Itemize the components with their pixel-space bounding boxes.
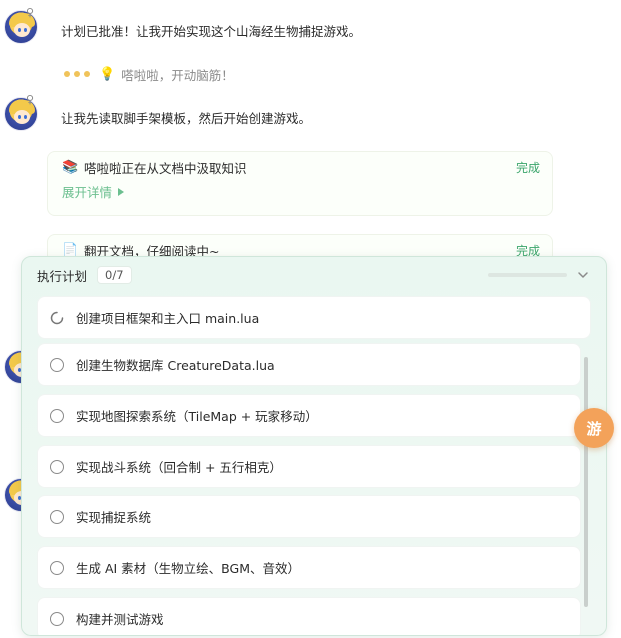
- task-label: 生成 AI 素材（生物立绘、BGM、音效）: [76, 561, 301, 576]
- task-label: 构建并测试游戏: [76, 612, 164, 627]
- books-icon: 📚: [62, 159, 79, 175]
- task-label: 实现捕捉系统: [76, 510, 152, 525]
- status-done: 完成: [515, 160, 540, 175]
- loading-spinner-icon: [50, 311, 64, 324]
- floating-game-button[interactable]: 游: [574, 408, 614, 448]
- task-item[interactable]: 创建生物数据库 CreatureData.lua: [38, 344, 580, 385]
- lightbulb-icon: ♀: [26, 93, 35, 106]
- empty-circle-icon: [50, 408, 64, 423]
- assistant-message: 计划已批准！让我开始实现这个山海经生物捕捉游戏。: [61, 24, 362, 39]
- scrollbar[interactable]: [584, 357, 588, 607]
- lightbulb-icon: ♀: [26, 6, 35, 19]
- task-label: 实现地图探索系统（TileMap + 玩家移动）: [76, 409, 318, 424]
- empty-circle-icon: [50, 509, 64, 524]
- task-label: 创建生物数据库 CreatureData.lua: [76, 358, 275, 373]
- thinking-indicator: 💡 嗒啦啦，开动脑筋！: [64, 66, 234, 83]
- task-label: 创建项目框架和主入口 main.lua: [76, 311, 260, 326]
- chevron-down-icon: [578, 272, 588, 278]
- collapse-panel-button[interactable]: [575, 267, 591, 283]
- empty-circle-icon: [50, 560, 64, 575]
- assistant-message: 让我先读取脚手架模板，然后开始创建游戏。: [61, 111, 312, 126]
- task-item[interactable]: 构建并测试游戏: [38, 598, 580, 635]
- task-item[interactable]: 实现地图探索系统（TileMap + 玩家移动）: [38, 395, 580, 436]
- empty-circle-icon: [50, 357, 64, 372]
- task-item[interactable]: 生成 AI 素材（生物立绘、BGM、音效）: [38, 547, 580, 588]
- task-label: 实现战斗系统（回合制 + 五行相克）: [76, 460, 282, 475]
- loading-dots-icon: [64, 71, 90, 77]
- plan-title: 执行计划: [37, 268, 88, 284]
- plan-progress-bar: [488, 273, 567, 277]
- tool-call-title: 嗒啦啦正在从文档中汲取知识: [84, 160, 247, 176]
- lightbulb-icon: 💡: [99, 66, 116, 82]
- tool-call-card: 📚 嗒啦啦正在从文档中汲取知识 完成 展开详情: [47, 151, 553, 216]
- caret-right-icon: [118, 187, 125, 196]
- task-item[interactable]: 实现捕捉系统: [38, 496, 580, 537]
- thinking-text: 嗒啦啦，开动脑筋！: [121, 67, 234, 83]
- task-item[interactable]: 创建项目框架和主入口 main.lua: [38, 297, 590, 338]
- plan-count-badge: 0/7: [97, 266, 132, 284]
- expand-details-label: 展开详情: [62, 185, 113, 200]
- task-item[interactable]: 实现战斗系统（回合制 + 五行相克）: [38, 446, 580, 487]
- execution-plan-panel: 执行计划 0/7 创建项目框架和主入口 main.lua 创建生物数据库 Cre…: [21, 256, 607, 636]
- empty-circle-icon: [50, 459, 64, 474]
- expand-details-link[interactable]: 展开详情: [48, 182, 552, 211]
- floating-button-label: 游: [586, 419, 602, 438]
- empty-circle-icon: [50, 611, 64, 626]
